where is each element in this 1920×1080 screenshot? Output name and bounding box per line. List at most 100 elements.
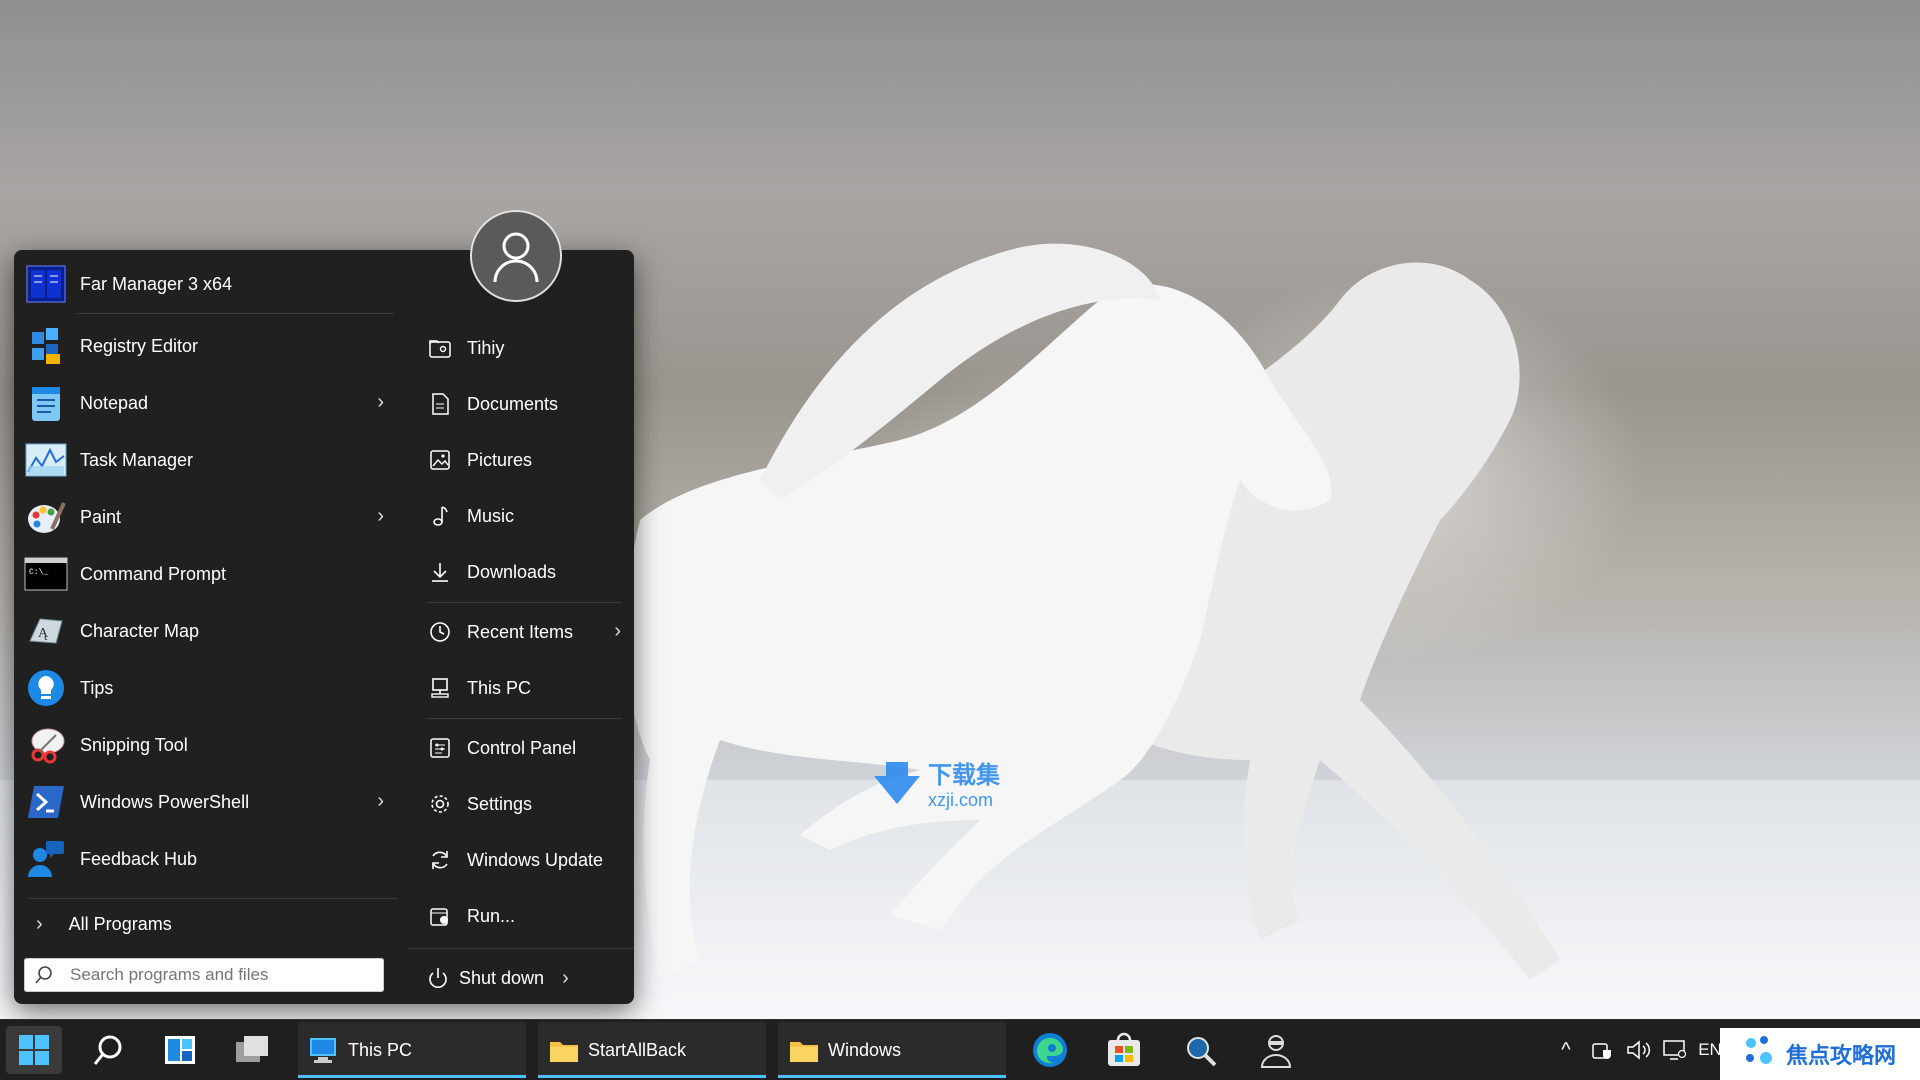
download-arrow-logo-icon — [874, 762, 920, 804]
watermark-dots-logo-icon — [1744, 1036, 1780, 1072]
chevron-up-icon: ^ — [1561, 1038, 1571, 1061]
update-icon — [427, 847, 453, 873]
program-windows-powershell[interactable]: Windows PowerShell › — [18, 776, 398, 828]
music-icon — [427, 503, 453, 529]
divider — [427, 718, 622, 719]
shutdown-button[interactable]: Shut down › — [409, 958, 629, 998]
picture-icon — [427, 447, 453, 473]
svg-text:C:\_: C:\_ — [29, 568, 48, 577]
all-programs-button[interactable]: › All Programs — [14, 906, 399, 942]
place-label: Settings — [467, 793, 533, 814]
windows-logo-icon — [19, 1035, 49, 1065]
snipping-icon — [24, 723, 68, 767]
store-icon — [1108, 1032, 1140, 1066]
security-tray-icon[interactable] — [1588, 1020, 1616, 1080]
paint-icon — [24, 495, 68, 539]
divider — [76, 313, 394, 314]
place-documents[interactable]: Documents — [409, 382, 629, 426]
program-registry-editor[interactable]: Registry Editor — [18, 320, 398, 372]
program-label: Task Manager — [80, 449, 194, 470]
agent-icon — [1260, 1035, 1292, 1068]
place-label: Documents — [467, 393, 559, 414]
folder-icon — [788, 1035, 818, 1065]
taskbar-app-windows[interactable]: Windows — [778, 1022, 1006, 1078]
chevron-right-icon[interactable]: › — [377, 790, 384, 813]
watermark-url-text: xzji.com — [928, 790, 994, 810]
program-label: Notepad — [80, 392, 149, 413]
chevron-right-icon[interactable]: › — [614, 620, 621, 643]
program-far-manager[interactable]: Far Manager 3 x64 — [18, 258, 398, 310]
user-folder-icon — [427, 335, 453, 361]
spy-app-button[interactable] — [1248, 1026, 1304, 1074]
taskbar-app-startallback[interactable]: StartAllBack — [538, 1022, 766, 1078]
search-input[interactable] — [68, 964, 372, 986]
task-manager-icon — [24, 438, 68, 482]
program-notepad[interactable]: Notepad › — [18, 377, 398, 429]
all-programs-label: All Programs — [68, 913, 172, 934]
center-watermark: 下载集 xzji.com — [872, 755, 1000, 811]
user-icon — [493, 232, 539, 283]
edge-button[interactable] — [1022, 1026, 1078, 1074]
place-label: Recent Items — [467, 621, 574, 642]
place-windows-update[interactable]: Windows Update — [409, 838, 629, 882]
place-label: This PC — [467, 677, 532, 698]
place-user-folder[interactable]: Tihiy — [409, 326, 629, 370]
chevron-right-icon[interactable]: › — [377, 391, 384, 414]
registry-icon — [24, 324, 68, 368]
program-task-manager[interactable]: Task Manager — [18, 434, 398, 486]
taskbar-app-this-pc[interactable]: This PC — [298, 1022, 526, 1078]
program-tips[interactable]: Tips — [18, 662, 398, 714]
program-label: Windows PowerShell — [80, 791, 250, 812]
run-icon — [427, 903, 453, 929]
gear-icon — [427, 791, 453, 817]
magnifier-app-button[interactable] — [1172, 1026, 1228, 1074]
network-tray-icon[interactable] — [1660, 1020, 1690, 1080]
volume-tray-icon[interactable] — [1624, 1020, 1654, 1080]
start-button[interactable] — [6, 1026, 62, 1074]
tips-icon — [24, 666, 68, 710]
show-hidden-icons-button[interactable]: ^ — [1552, 1020, 1580, 1080]
program-character-map[interactable]: Ą Character Map — [18, 605, 398, 657]
divider — [427, 602, 622, 603]
widgets-button[interactable] — [152, 1026, 208, 1074]
program-label: Snipping Tool — [80, 734, 188, 755]
feedback-icon — [24, 837, 68, 881]
place-pictures[interactable]: Pictures — [409, 438, 629, 482]
store-button[interactable] — [1096, 1026, 1152, 1074]
download-icon — [427, 559, 453, 585]
active-indicator — [778, 1075, 1006, 1078]
chevron-right-icon[interactable]: › — [377, 505, 384, 528]
place-this-pc[interactable]: This PC — [409, 666, 629, 710]
program-label: Registry Editor — [80, 335, 199, 356]
place-label: Tihiy — [467, 337, 505, 358]
search-icon — [93, 1035, 122, 1065]
taskbar: This PC StartAllBack Windows ^ EN 焦点攻略网 — [0, 1019, 1920, 1080]
program-snipping-tool[interactable]: Snipping Tool — [18, 719, 398, 771]
language-indicator[interactable]: EN — [1698, 1020, 1722, 1080]
place-downloads[interactable]: Downloads — [409, 550, 629, 594]
widgets-icon — [165, 1036, 195, 1064]
program-label: Feedback Hub — [80, 848, 198, 869]
place-control-panel[interactable]: Control Panel — [409, 726, 629, 770]
program-command-prompt[interactable]: C:\_ Command Prompt — [18, 548, 398, 600]
chevron-right-icon[interactable]: › — [562, 967, 569, 990]
task-view-button[interactable] — [224, 1026, 280, 1074]
far-manager-icon — [24, 262, 68, 306]
program-paint[interactable]: Paint › — [18, 491, 398, 543]
corner-watermark: 焦点攻略网 — [1720, 1028, 1920, 1080]
avatar[interactable] — [470, 210, 562, 302]
program-label: Far Manager 3 x64 — [80, 273, 233, 294]
start-programs-column: Far Manager 3 x64 Registry Editor Notepa… — [14, 250, 399, 1004]
program-feedback-hub[interactable]: Feedback Hub — [18, 833, 398, 885]
notepad-icon — [24, 381, 68, 425]
computer-icon — [308, 1035, 338, 1065]
taskbar-app-label: Windows — [828, 1039, 902, 1060]
place-recent-items[interactable]: Recent Items › — [409, 610, 629, 654]
place-run[interactable]: Run... — [409, 894, 629, 938]
place-label: Run... — [467, 905, 516, 926]
speaker-icon — [1627, 1040, 1651, 1060]
place-music[interactable]: Music — [409, 494, 629, 538]
place-settings[interactable]: Settings — [409, 782, 629, 826]
search-box[interactable] — [24, 958, 384, 992]
search-button[interactable] — [80, 1026, 136, 1074]
